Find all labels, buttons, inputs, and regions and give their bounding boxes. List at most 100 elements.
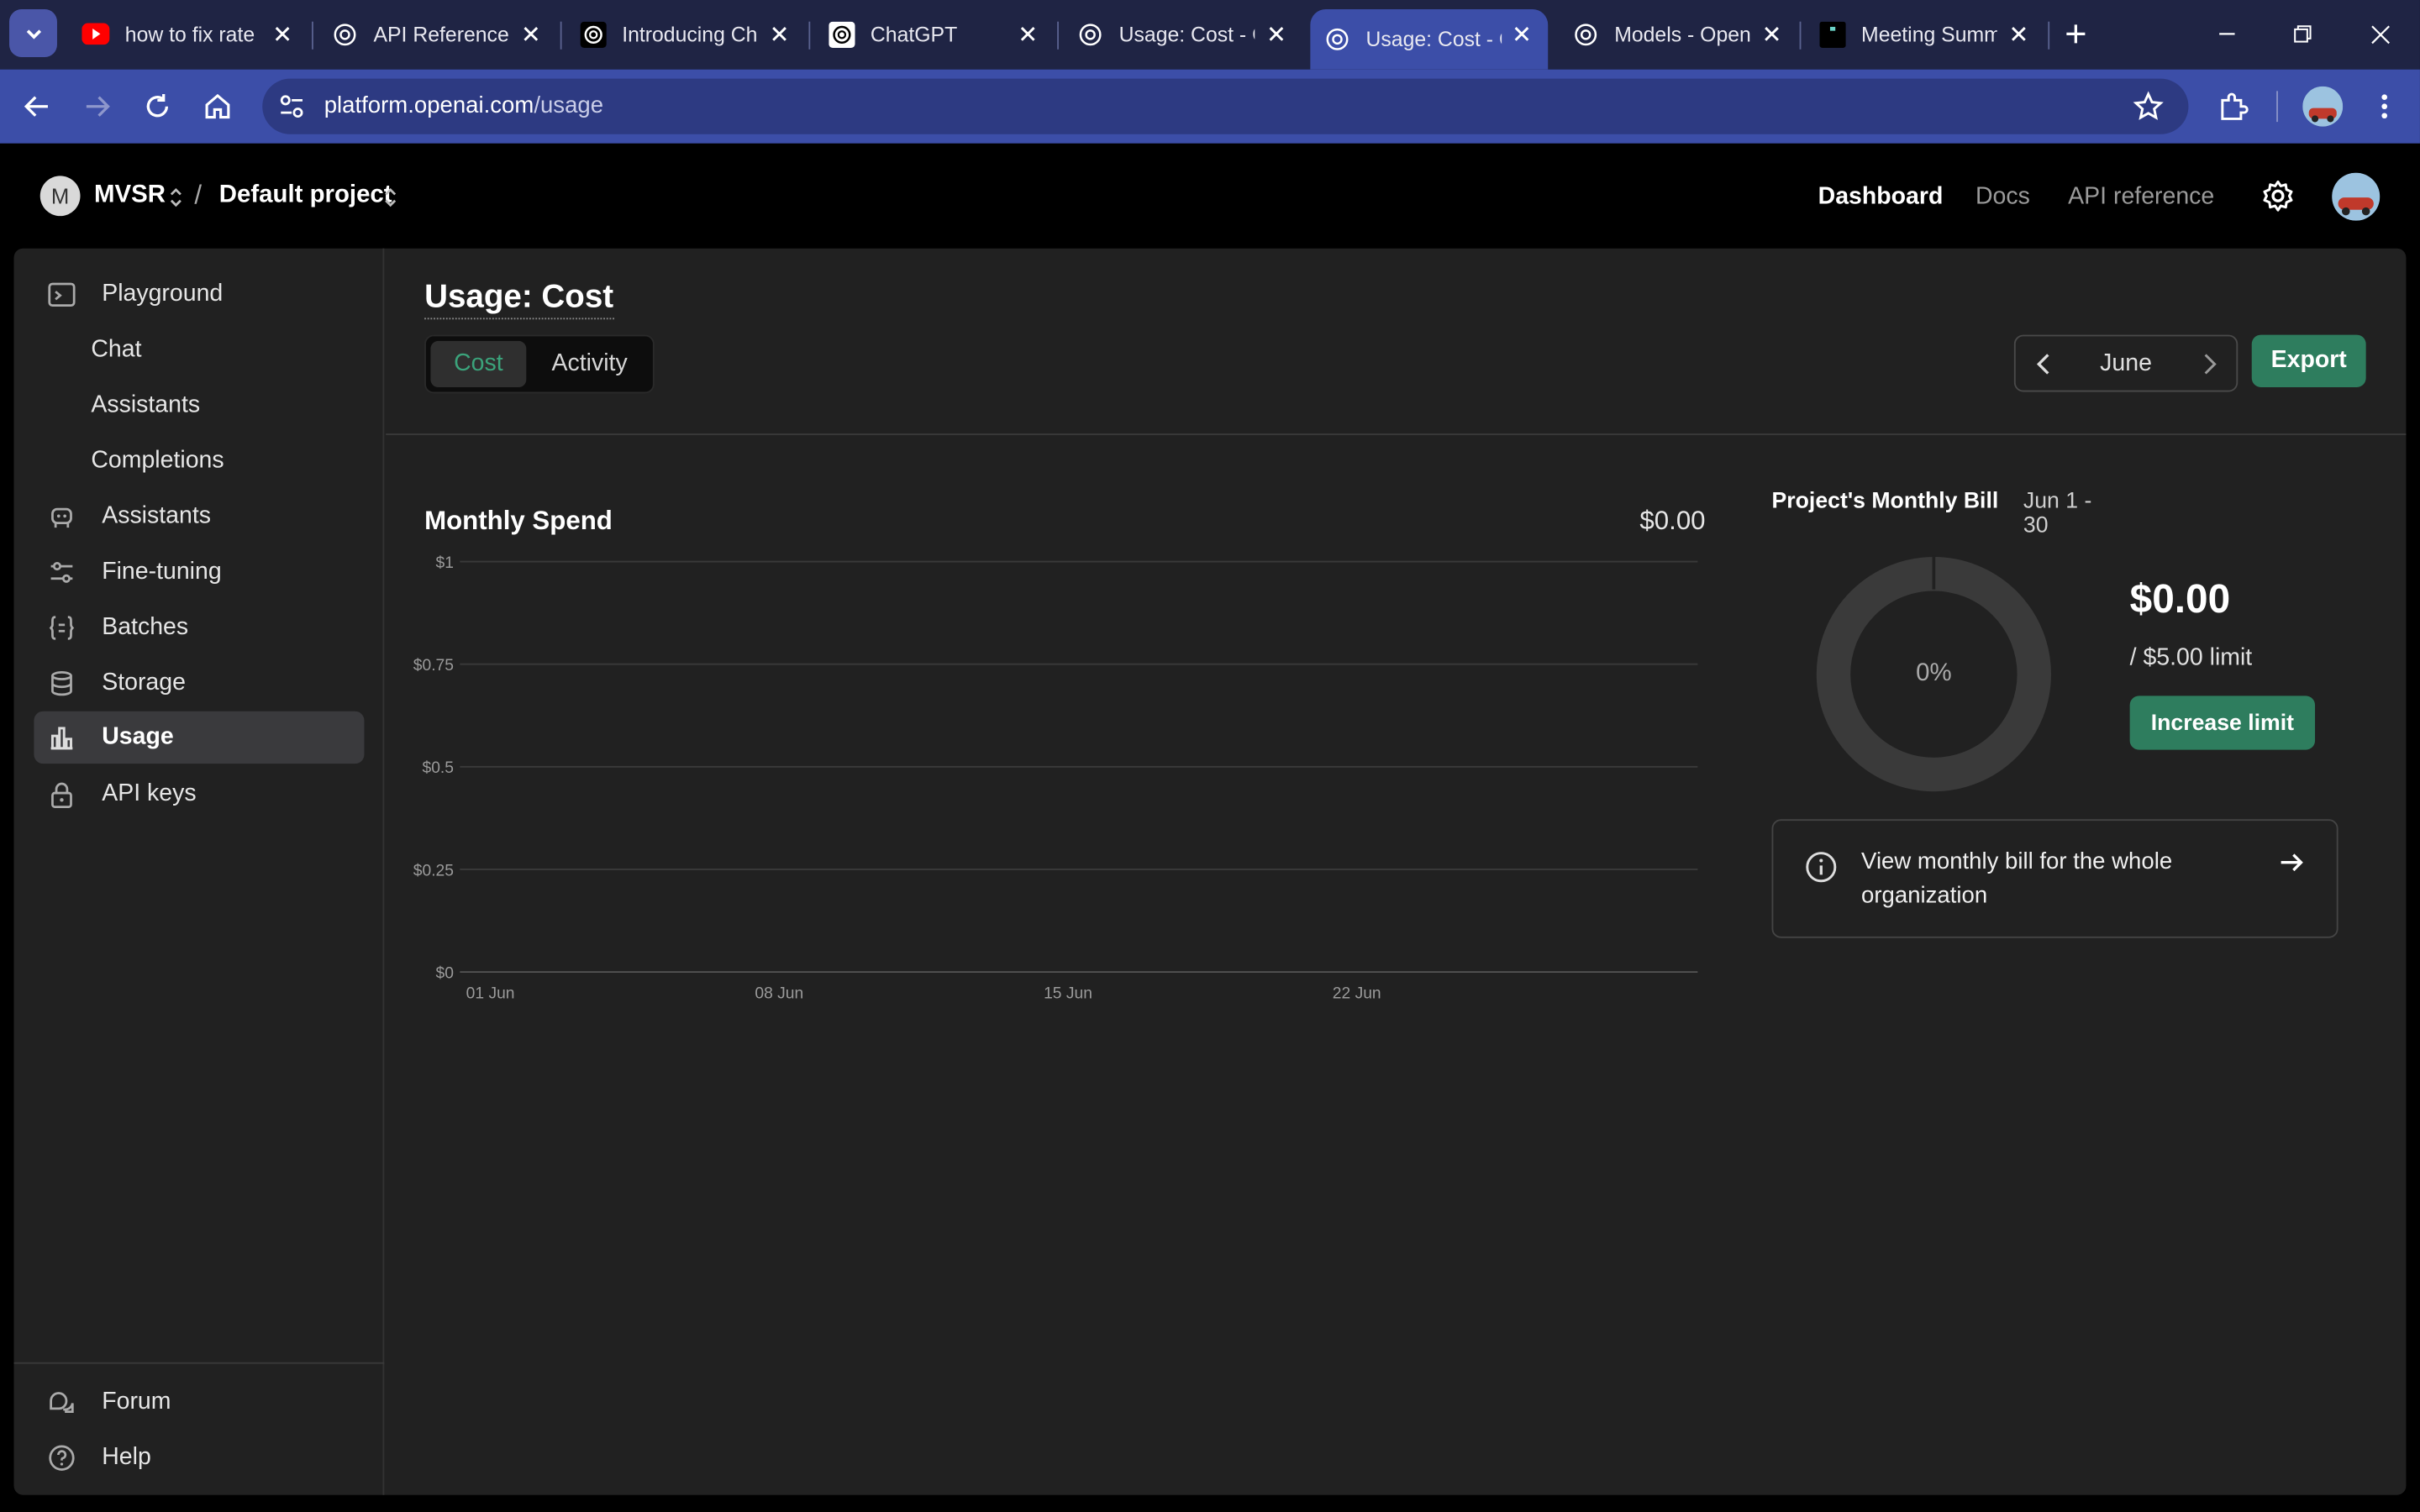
sidebar-item-fine-tuning[interactable]: Fine-tuning	[34, 546, 364, 598]
browser-tab-3[interactable]: ChatGPT	[815, 9, 1055, 59]
bill-limit: / $5.00 limit	[2129, 644, 2253, 671]
close-icon[interactable]	[1758, 20, 1786, 48]
sidebar-item-chat[interactable]: Chat	[34, 324, 364, 376]
next-month-button[interactable]	[2195, 349, 2226, 380]
sidebar-item-usage[interactable]: Usage	[34, 711, 365, 764]
sidebar-item-label: Chat	[91, 336, 142, 363]
bar-chart-icon	[46, 722, 77, 753]
sidebar-item-label: Completions	[91, 447, 224, 474]
browser-tab-7[interactable]: Meeting Summ	[1806, 9, 2045, 59]
project-selector[interactable]: Default project	[219, 182, 392, 210]
more-vertical-icon	[2381, 94, 2388, 119]
monthly-spend-chart: $1 $0.75 $0.5 $0.25 $0 01 Jun 08 Jun 15 Jun 22 J…	[413, 554, 1698, 1002]
close-icon[interactable]	[269, 20, 297, 48]
help-icon	[46, 1442, 77, 1473]
sidebar-item-help[interactable]: Help	[34, 1431, 364, 1483]
tab-title: how to fix rate	[124, 22, 255, 46]
restore-icon	[2294, 25, 2312, 43]
new-tab-button[interactable]	[2059, 17, 2092, 50]
main-content: Usage: Cost Cost Activity June Export Mo…	[386, 249, 2407, 1495]
profile-avatar[interactable]	[2302, 86, 2344, 127]
chevron-down-icon	[25, 29, 41, 39]
y-tick-label: $1	[436, 554, 454, 572]
sidebar-item-label: Fine-tuning	[102, 558, 222, 585]
chevron-up-down-icon[interactable]	[381, 185, 400, 209]
sidebar-item-label: Batches	[102, 614, 189, 641]
terminal-icon	[46, 279, 77, 310]
browser-tab-4[interactable]: Usage: Cost - C	[1063, 9, 1302, 59]
browser-tab-1[interactable]: API Reference	[318, 9, 557, 59]
browser-tab-0[interactable]: how to fix rate	[70, 9, 309, 59]
sidebar-item-playground-assistants[interactable]: Assistants	[34, 380, 364, 432]
close-icon[interactable]	[765, 20, 793, 48]
tab-title: Usage: Cost - C	[1118, 22, 1255, 46]
divider	[13, 1362, 385, 1364]
sidebar-item-playground[interactable]: Playground	[34, 269, 364, 321]
app: M MVSR / Default project Dashboard Docs …	[0, 143, 2420, 1512]
browser-tab-6[interactable]: Models - Open	[1559, 9, 1798, 59]
nav-api-reference[interactable]: API reference	[2068, 184, 2214, 212]
chevron-up-down-icon[interactable]	[166, 185, 185, 209]
y-tick-label: $0.5	[422, 759, 454, 777]
tab-search-button[interactable]	[9, 9, 57, 57]
window-close-button[interactable]	[2363, 17, 2396, 50]
reload-button[interactable]	[139, 88, 176, 125]
export-button[interactable]: Export	[2251, 334, 2366, 388]
sidebar-item-assistants[interactable]: Assistants	[34, 491, 364, 543]
monthly-bill-range: Jun 1 - 30	[2023, 489, 2092, 539]
x-tick-label: 08 Jun	[755, 984, 803, 1002]
tab-cost[interactable]: Cost	[430, 340, 527, 388]
minimize-icon	[2219, 33, 2235, 35]
restore-button[interactable]	[2286, 17, 2319, 50]
sidebar-item-storage[interactable]: Storage	[34, 657, 364, 709]
sidebar-item-completions[interactable]: Completions	[34, 435, 364, 487]
nav-docs[interactable]: Docs	[1975, 184, 2030, 212]
extensions-button[interactable]	[2215, 88, 2252, 125]
close-icon[interactable]	[1507, 20, 1535, 48]
bookmark-star-icon[interactable]	[2133, 91, 2164, 129]
month-picker: June	[2013, 334, 2238, 392]
close-icon[interactable]	[517, 20, 544, 48]
increase-limit-button[interactable]: Increase limit	[2129, 696, 2316, 750]
arrow-right-icon	[86, 96, 110, 117]
chevron-right-icon	[2204, 354, 2217, 375]
close-icon[interactable]	[2005, 20, 2033, 48]
lock-icon	[46, 780, 77, 811]
sidebar-item-api-keys[interactable]: API keys	[34, 769, 364, 821]
gear-icon[interactable]	[2261, 179, 2295, 213]
x-tick-label: 01 Jun	[466, 984, 515, 1002]
info-icon	[1806, 852, 1837, 883]
sidebar-item-batches[interactable]: Batches	[34, 601, 364, 654]
content-panel: Playground Chat Assistants Completions A…	[13, 248, 2407, 1495]
org-selector[interactable]: MVSR	[94, 182, 166, 210]
org-bill-link[interactable]: View monthly bill for the whole organiza…	[1771, 819, 2338, 938]
openai-icon	[579, 20, 607, 48]
browser-tab-2[interactable]: Introducing Ch	[566, 9, 806, 59]
openai-icon	[827, 20, 855, 48]
sidebar-item-forum[interactable]: Forum	[34, 1376, 364, 1428]
forward-button[interactable]	[79, 88, 116, 125]
browser-tab-5-active[interactable]: Usage: Cost - C	[1310, 9, 1549, 70]
chat-bubbles-icon	[46, 1387, 77, 1418]
user-avatar[interactable]	[2332, 172, 2381, 221]
browser-menu-button[interactable]	[2366, 88, 2403, 125]
close-icon[interactable]	[1014, 20, 1042, 48]
address-bar[interactable]: platform.openai.com/usage	[262, 78, 2189, 134]
home-button[interactable]	[199, 88, 236, 125]
sidebar-item-label: Assistants	[102, 502, 211, 529]
tab-activity[interactable]: Activity	[531, 341, 649, 387]
site-info-icon[interactable]	[278, 92, 306, 128]
minimize-button[interactable]	[2210, 17, 2244, 50]
sidebar-item-label: Playground	[102, 281, 224, 307]
back-button[interactable]	[18, 88, 55, 125]
org-avatar[interactable]: M	[39, 176, 81, 217]
browser-toolbar: platform.openai.com/usage	[0, 69, 2420, 144]
braces-icon	[46, 612, 77, 643]
nav-dashboard[interactable]: Dashboard	[1818, 184, 1944, 212]
puzzle-icon	[2221, 92, 2249, 120]
close-icon[interactable]	[1262, 20, 1290, 48]
tab-title: Introducing Ch	[622, 22, 758, 46]
sidebar-item-label: Storage	[102, 669, 186, 696]
top-nav: M MVSR / Default project Dashboard Docs …	[0, 144, 2420, 249]
openai-icon	[1323, 25, 1350, 53]
